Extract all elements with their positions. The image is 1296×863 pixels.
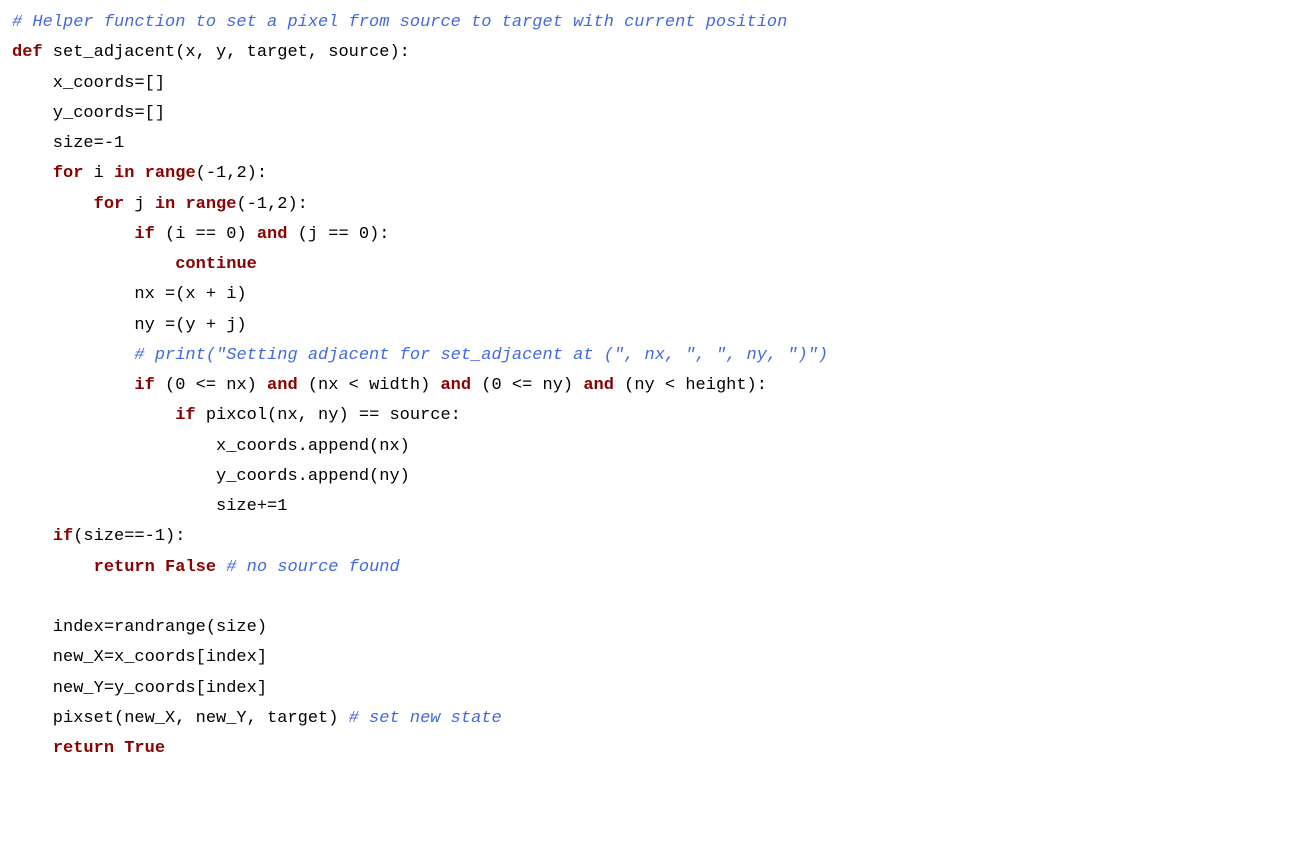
code-line: new_X=x_coords[index]	[12, 648, 267, 667]
code-line: for i in range(-1,2):	[12, 164, 267, 183]
keyword-and: and	[440, 376, 471, 395]
builtin-range: range	[145, 164, 196, 183]
keyword-if: if	[134, 225, 154, 244]
comment: # set new state	[349, 709, 502, 728]
const-true: True	[124, 739, 165, 758]
keyword-for: for	[94, 195, 125, 214]
keyword-if: if	[134, 376, 154, 395]
code-line: ny =(y + j)	[12, 316, 247, 335]
code-line: nx =(x + i)	[12, 285, 247, 304]
code-line: size+=1	[12, 497, 287, 516]
keyword-for: for	[53, 164, 84, 183]
code-line: if (0 <= nx) and (nx < width) and (0 <= …	[12, 376, 767, 395]
comment: # print("Setting adjacent for set_adjace…	[134, 346, 828, 365]
code-line: x_coords.append(nx)	[12, 437, 410, 456]
keyword-return: return	[94, 558, 155, 577]
code-line: for j in range(-1,2):	[12, 195, 308, 214]
keyword-and: and	[257, 225, 288, 244]
keyword-continue: continue	[175, 255, 257, 274]
code-line	[12, 588, 22, 607]
keyword-def: def	[12, 43, 43, 62]
code-line: index=randrange(size)	[12, 618, 267, 637]
code-line: y_coords=[]	[12, 104, 165, 123]
code-line: if(size==-1):	[12, 527, 185, 546]
const-false: False	[165, 558, 216, 577]
keyword-return: return	[53, 739, 114, 758]
keyword-in: in	[155, 195, 175, 214]
keyword-if: if	[53, 527, 73, 546]
code-line: continue	[12, 255, 257, 274]
keyword-in: in	[114, 164, 134, 183]
code-line: if pixcol(nx, ny) == source:	[12, 406, 461, 425]
code-line: # Helper function to set a pixel from so…	[12, 13, 787, 32]
comment: # Helper function to set a pixel from so…	[12, 13, 787, 32]
code-block: # Helper function to set a pixel from so…	[0, 0, 1296, 863]
comment: # no source found	[226, 558, 399, 577]
code-line: if (i == 0) and (j == 0):	[12, 225, 390, 244]
code-line: return False # no source found	[12, 558, 400, 577]
code-line: y_coords.append(ny)	[12, 467, 410, 486]
code-line: return True	[12, 739, 165, 758]
keyword-and: and	[267, 376, 298, 395]
code-line: pixset(new_X, new_Y, target) # set new s…	[12, 709, 502, 728]
keyword-if: if	[175, 406, 195, 425]
code-line: new_Y=y_coords[index]	[12, 679, 267, 698]
code-line: x_coords=[]	[12, 74, 165, 93]
code-line: size=-1	[12, 134, 124, 153]
code-line: # print("Setting adjacent for set_adjace…	[12, 346, 828, 365]
keyword-and: and	[583, 376, 614, 395]
code-line: def set_adjacent(x, y, target, source):	[12, 43, 410, 62]
builtin-range: range	[185, 195, 236, 214]
